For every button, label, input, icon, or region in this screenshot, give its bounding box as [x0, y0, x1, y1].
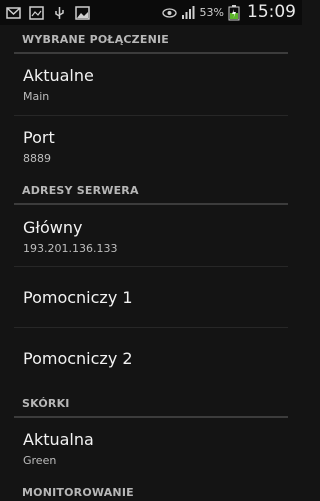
clock-time: 15:09 [247, 2, 296, 22]
setting-title: Pomocniczy 2 [23, 349, 133, 368]
usb-icon [52, 5, 67, 19]
setting-subtitle: 193.201.136.133 [23, 242, 118, 255]
setting-row-current-skin[interactable]: Aktualna Green [0, 418, 302, 478]
setting-subtitle: Main [23, 90, 50, 103]
signal-icon [181, 5, 196, 19]
setting-subtitle: 8889 [23, 152, 51, 165]
status-right-icons: 53% 15:09 [161, 2, 296, 22]
setting-title: Główny [23, 218, 83, 237]
eye-icon [161, 5, 177, 19]
image-icon [29, 5, 44, 20]
section-header-skins: SKÓRKI [22, 397, 70, 410]
gallery-icon [75, 5, 90, 20]
setting-row-current-connection[interactable]: Aktualne Main [0, 54, 302, 115]
setting-title: Port [23, 128, 55, 147]
setting-title: Pomocniczy 1 [23, 288, 133, 307]
setting-row-port[interactable]: Port 8889 [0, 116, 302, 178]
setting-title: Aktualna [23, 430, 94, 449]
setting-subtitle: Green [23, 454, 57, 467]
mail-icon [6, 5, 21, 19]
setting-row-secondary-server-2[interactable]: Pomocniczy 2 [0, 328, 302, 389]
battery-percent: 53% [199, 5, 224, 19]
section-header-monitoring: MONITOROWANIE [22, 486, 134, 499]
battery-icon [228, 5, 243, 21]
status-left-icons [6, 5, 90, 20]
setting-row-primary-server[interactable]: Główny 193.201.136.133 [0, 205, 302, 266]
section-header-selected-connection: WYBRANE POŁĄCZENIE [22, 33, 169, 46]
setting-title: Aktualne [23, 66, 94, 85]
status-bar: 53% 15:09 [0, 0, 302, 25]
setting-row-secondary-server-1[interactable]: Pomocniczy 1 [0, 267, 302, 327]
section-header-server-addresses: ADRESY SERWERA [22, 184, 139, 197]
